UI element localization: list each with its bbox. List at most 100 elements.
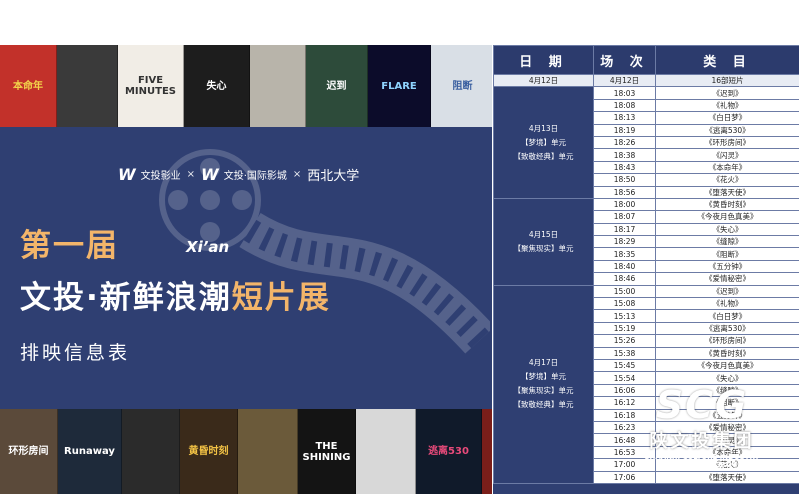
movie-poster: 环形房间 xyxy=(0,409,58,494)
festival-poster: 本命年 FIVE MINUTES 失心 迟到 FLARE 阻断 W 文投影业 × W 文投… xyxy=(0,45,492,494)
row-time: 18:35 xyxy=(593,247,656,261)
row-item: 《五分钟》 xyxy=(655,259,799,274)
festival-title: 文投·新鲜浪潮短片展 xyxy=(20,272,331,317)
scg-english-name-2: INVESTMENT GROUP xyxy=(661,461,743,469)
scg-logo: SCG xyxy=(655,383,749,427)
group-date: 4月17日 xyxy=(528,358,559,368)
group-unit: 【致敬经典】单元 xyxy=(513,400,574,410)
movie-poster-title: 失心 xyxy=(206,80,227,92)
festival-title-main: 文投·新鲜浪潮 xyxy=(20,280,232,316)
brand-wentou-film: 文投影业 xyxy=(140,171,181,182)
movie-poster xyxy=(122,409,180,494)
row-item: 《黄昏时刻》 xyxy=(655,346,799,361)
movie-poster xyxy=(57,45,118,127)
row-time: 15:08 xyxy=(593,297,656,311)
group-date: 4月15日 xyxy=(528,229,559,239)
movie-poster-title: 阻断 xyxy=(452,80,473,92)
row-item: 《环形房间》 xyxy=(655,334,799,348)
movie-poster-title: THE SHINING xyxy=(302,440,351,463)
movie-poster-title: 本命年 xyxy=(13,80,43,92)
movie-poster xyxy=(250,45,306,127)
row-item: 《缝隙》 xyxy=(655,235,799,249)
movie-poster xyxy=(356,409,416,494)
row-item: 《堕落天使》 xyxy=(655,185,799,199)
movie-poster-title: FLARE xyxy=(381,80,417,92)
scg-chinese-name: 陕文投集团 xyxy=(649,431,755,452)
scg-watermark: SCG 陕文投集团 SHAANXI CULTURE INDUSTRY INVES… xyxy=(605,385,799,494)
row-time: 18:08 xyxy=(593,98,656,113)
partner-logos: W 文投影业 × W 文投·国际影城 × 西北大学 xyxy=(118,165,359,184)
row-time: 18:19 xyxy=(593,123,656,137)
group-unit: 【致敬经典】单元 xyxy=(513,151,574,161)
top-poster-strip: 本命年 FIVE MINUTES 失心 迟到 FLARE 阻断 xyxy=(0,45,492,127)
row-time: 15:26 xyxy=(593,334,656,348)
row-time: 18:50 xyxy=(593,173,656,187)
table-row: 4月17日 【梦境】单元 【聚焦现实】单元 【致敬经典】单元 15:00 《迟到》 xyxy=(493,284,799,484)
row-item: 《今夜月色真美》 xyxy=(655,210,799,224)
movie-poster: 逃离530 xyxy=(416,409,482,494)
row-item: 《本命年》 xyxy=(655,160,799,175)
row-time: 18:38 xyxy=(593,148,656,162)
logo-separator: × xyxy=(186,169,196,180)
row-item: 《迟到》 xyxy=(655,284,799,299)
movie-poster xyxy=(238,409,298,494)
row-time: 15:38 xyxy=(593,346,656,361)
row-item: 《黄昏时刻》 xyxy=(655,197,799,212)
row-time: 18:46 xyxy=(593,272,656,286)
city-label: Xi’an xyxy=(186,238,230,256)
schedule-header-row: 日 期 场 次 类 目 xyxy=(493,45,799,75)
header-time: 场 次 xyxy=(593,45,656,75)
movie-poster-title: 逃离530 xyxy=(428,446,469,457)
row-date-group: 4月15日【聚焦现实】单元 xyxy=(493,197,594,286)
row-item: 16部短片 xyxy=(655,73,799,88)
row-item: 《花火》 xyxy=(655,173,799,187)
row-item: 《闪灵》 xyxy=(655,148,799,162)
group-date: 4月13日 xyxy=(528,123,559,133)
row-date: 4月12日 xyxy=(493,73,594,88)
row-item: 《阻断》 xyxy=(655,247,799,261)
row-time: 18:00 xyxy=(593,197,656,212)
row-time: 15:19 xyxy=(593,321,656,336)
row-time: 18:40 xyxy=(593,259,656,274)
wentou-cinema-logo-icon: W xyxy=(201,165,219,184)
table-row: 4月13日 【梦境】单元 【致敬经典】单元 18:03 《迟到》 xyxy=(493,86,799,199)
row-time: 18:43 xyxy=(593,160,656,175)
table-row: 4月15日 【聚焦现实】单元 18:00 《黄昏时刻》 xyxy=(493,197,799,286)
movie-poster-title: FIVE MINUTES xyxy=(124,75,176,97)
row-time: 18:29 xyxy=(593,235,656,249)
movie-poster-title: Runaway xyxy=(64,446,115,457)
festival-edition: 第一届 xyxy=(20,228,119,264)
row-item: 《环形房间》 xyxy=(655,135,799,150)
row-item: 《迟到》 xyxy=(655,86,799,100)
movie-poster-title: 黄昏时刻 xyxy=(188,446,229,457)
row-item: 《逃离530》 xyxy=(655,123,799,137)
row-time: 18:17 xyxy=(593,222,656,237)
movie-poster: 本命年 xyxy=(0,45,57,127)
movie-poster: Runaway xyxy=(58,409,122,494)
movie-poster: 黄昏时刻 xyxy=(180,409,238,494)
bottom-poster-strip: 环形房间 Runaway 黄昏时刻 THE SHINING 逃离530 xyxy=(0,409,492,494)
header-item: 类 目 xyxy=(655,45,799,75)
row-time: 4月12日 xyxy=(593,73,656,88)
movie-poster: 失心 xyxy=(184,45,250,127)
wentou-logo-icon: W xyxy=(118,165,136,184)
group-unit: 【聚焦现实】单元 xyxy=(513,243,574,253)
row-time: 18:26 xyxy=(593,135,656,150)
row-item: 《爱情秘密》 xyxy=(655,272,799,286)
movie-poster-title: 环形房间 xyxy=(8,446,49,457)
row-time: 15:45 xyxy=(593,358,656,373)
row-item: 《白日梦》 xyxy=(655,309,799,323)
brand-northwest-university: 西北大学 xyxy=(307,169,360,184)
movie-poster: FIVE MINUTES xyxy=(118,45,184,127)
row-item: 《失心》 xyxy=(655,222,799,237)
row-item: 《白日梦》 xyxy=(655,111,799,125)
row-item: 《逃离530》 xyxy=(655,321,799,336)
row-date-group: 4月13日【梦境】单元 【致敬经典】单元 xyxy=(493,86,594,199)
group-unit: 【梦境】单元 xyxy=(521,372,566,382)
movie-poster: THE SHINING xyxy=(298,409,356,494)
header-date: 日 期 xyxy=(493,45,594,75)
row-item: 《礼物》 xyxy=(655,297,799,311)
schedule-subtitle: 排映信息表 xyxy=(20,342,131,364)
group-unit: 【梦境】单元 xyxy=(521,137,566,147)
row-time: 18:13 xyxy=(593,111,656,125)
